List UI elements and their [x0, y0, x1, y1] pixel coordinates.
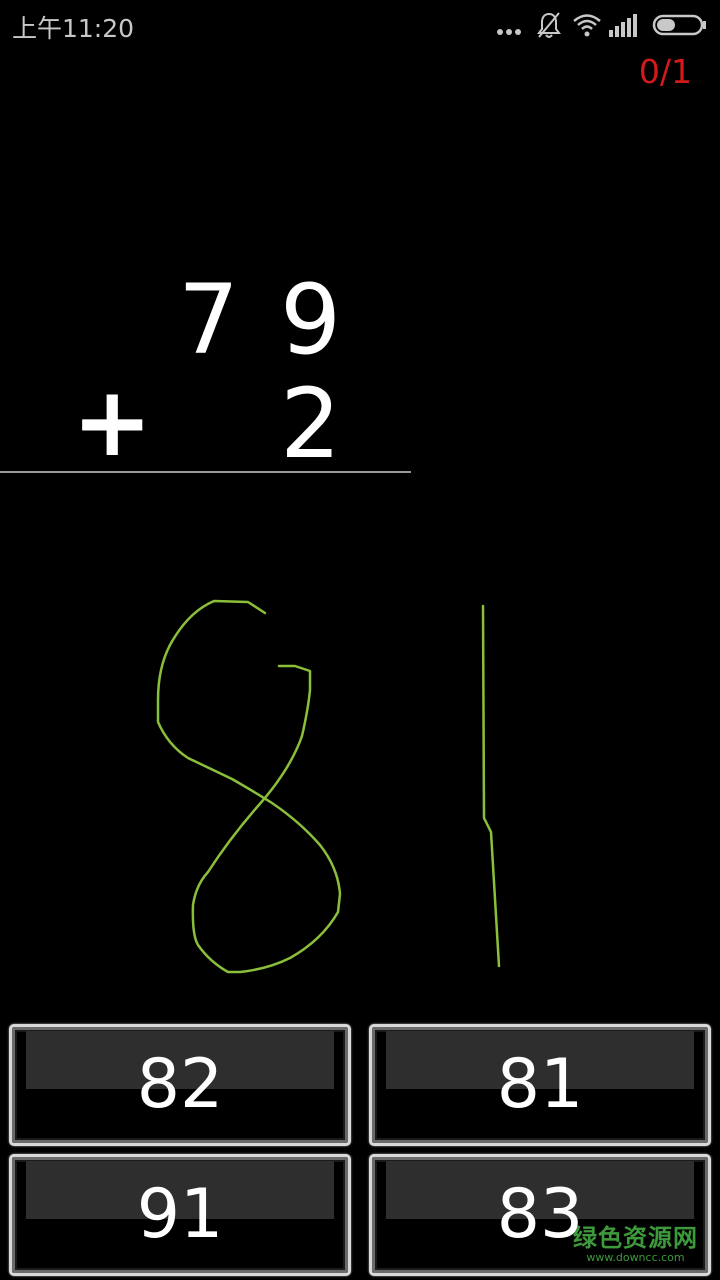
choice-label: 91 [136, 1175, 224, 1254]
watermark-text: 绿色资源网 [573, 1224, 698, 1252]
score-counter: 0/1 [638, 52, 692, 91]
wifi-icon [573, 14, 601, 37]
status-bar: 上午11:20 [0, 0, 720, 50]
handwritten-digit-1 [481, 604, 501, 968]
choice-button-3[interactable]: 91 [9, 1154, 351, 1276]
watermark: 绿色资源网 www.downcc.com [573, 1226, 698, 1263]
choice-label: 81 [496, 1045, 584, 1124]
more-dots-icon [497, 29, 521, 35]
status-time: 上午11:20 [12, 14, 135, 43]
battery-icon [652, 14, 706, 36]
bottom-ones-digit: 2 [280, 368, 342, 480]
answer-line [0, 471, 411, 473]
bell-muted-icon [537, 12, 561, 38]
choice-label: 82 [136, 1045, 224, 1124]
signal-icon [609, 14, 637, 37]
watermark-url: www.downcc.com [586, 1251, 685, 1264]
top-tens-digit: 7 [178, 264, 240, 376]
choice-button-2[interactable]: 81 [369, 1024, 711, 1146]
handwriting-canvas[interactable] [0, 520, 720, 1000]
plus-operator: + [72, 366, 153, 478]
app-screen: 上午11:20 0/1 7 9 + 2 82 81 91 83 绿色资源网 ww… [0, 0, 720, 1280]
choice-button-1[interactable]: 82 [9, 1024, 351, 1146]
top-ones-digit: 9 [280, 264, 342, 376]
handwritten-digit-8 [156, 599, 342, 974]
